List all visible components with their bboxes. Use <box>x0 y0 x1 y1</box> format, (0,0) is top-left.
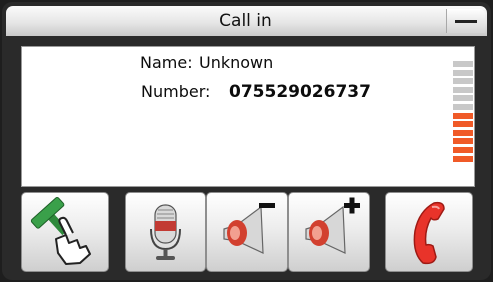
signal-bar <box>453 104 473 110</box>
number-value: 075529026737 <box>229 82 371 102</box>
volume-up-button[interactable] <box>288 192 370 272</box>
signal-bar <box>453 78 473 85</box>
microphone-icon <box>150 204 181 260</box>
signal-strength-meter <box>453 61 473 165</box>
signal-bar <box>453 61 473 67</box>
hand-gavel-icon <box>30 196 91 265</box>
name-label: Name: <box>140 53 193 72</box>
signal-bar <box>453 112 473 119</box>
signal-bar <box>453 95 473 102</box>
signal-bar <box>453 86 473 93</box>
title-bar: Call in <box>6 6 487 36</box>
caller-info-panel: Name: Unknown Number: 075529026737 <box>21 46 475 187</box>
number-label: Number: <box>141 82 211 101</box>
signal-bar <box>453 138 473 145</box>
signal-bar <box>453 121 473 128</box>
hang-up-button[interactable] <box>385 192 473 272</box>
minimize-button[interactable] <box>446 9 485 33</box>
volume-down-button[interactable] <box>206 192 288 272</box>
phone-handset-icon <box>413 201 445 265</box>
window-title: Call in <box>219 11 272 31</box>
speaker-minus-icon <box>223 203 275 254</box>
signal-bar <box>453 155 473 162</box>
signal-bar <box>453 69 473 76</box>
minimize-icon <box>455 20 477 23</box>
mic-button[interactable] <box>125 192 206 272</box>
signal-bar <box>453 129 473 136</box>
speaker-plus-icon <box>305 197 360 254</box>
transfer-button[interactable] <box>21 192 109 272</box>
signal-bar <box>453 147 473 153</box>
name-value: Unknown <box>199 53 274 72</box>
